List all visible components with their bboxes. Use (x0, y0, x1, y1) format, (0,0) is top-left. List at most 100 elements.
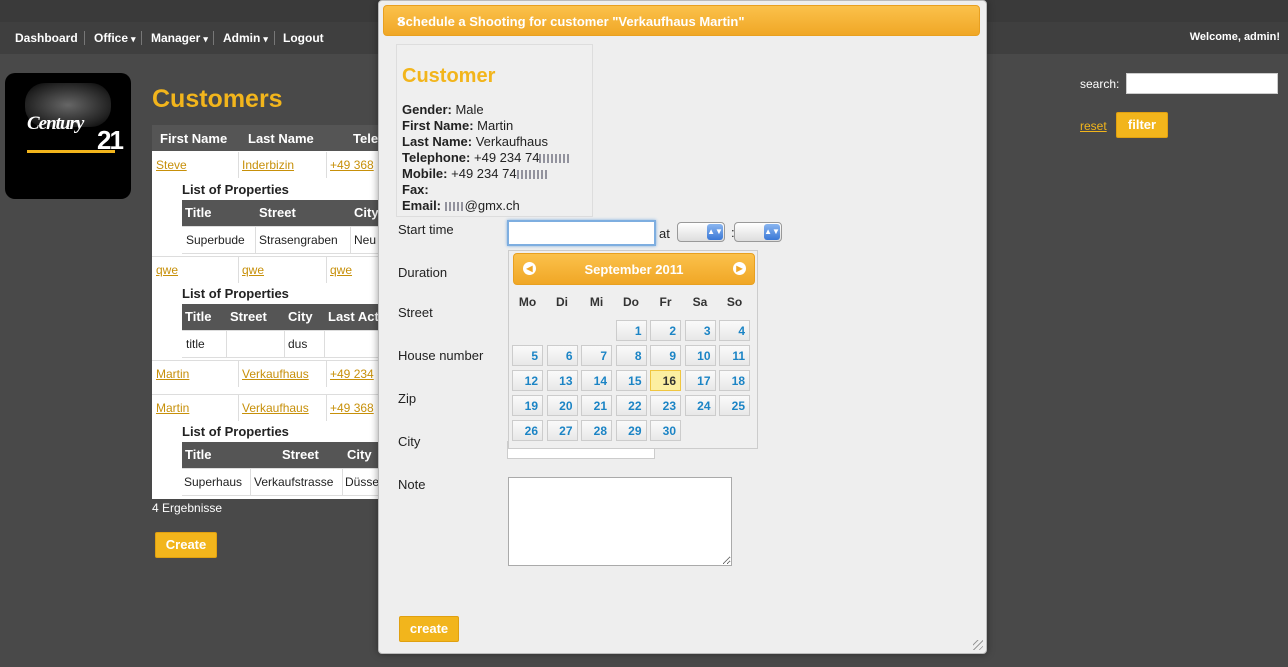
calendar-day[interactable]: 22 (615, 395, 647, 416)
redacted-scribble (444, 202, 465, 212)
create-customer-button[interactable]: Create (155, 532, 217, 558)
calendar-day[interactable]: 12 (512, 370, 543, 391)
start-date-input[interactable] (507, 220, 656, 246)
col-last-name[interactable]: Last Name (248, 131, 314, 146)
property-row: Superbude Strasengraben Neu (182, 226, 384, 254)
customer-last-link[interactable]: Verkaufhaus (242, 367, 309, 381)
note-label: Note (398, 477, 426, 492)
datepicker: ◀ September 2011 ▶ Mo Di Mi Do Fr Sa So 1 2 3 4 5 6 7… (508, 250, 758, 449)
table-row: Steve Inderbizin +49 368 (152, 152, 384, 178)
search-input[interactable] (1126, 73, 1278, 94)
calendar-day[interactable]: 24 (684, 395, 716, 416)
nav-office[interactable]: Office ▾ (94, 31, 136, 45)
weekday-label: Di (556, 295, 568, 309)
col-first-name[interactable]: First Name (160, 131, 227, 146)
datepicker-month: September 2011 (584, 262, 684, 277)
prop-col-title: Title (185, 205, 212, 220)
prop-street: Verkaufstrasse (254, 475, 334, 489)
calendar-day[interactable]: 23 (650, 395, 681, 416)
calendar-day[interactable]: 27 (546, 420, 578, 441)
property-list-title: List of Properties (182, 424, 289, 439)
calendar-day[interactable]: 29 (615, 420, 647, 441)
note-textarea[interactable] (508, 477, 732, 566)
prop-city: Düsse (345, 475, 380, 489)
chevron-down-icon: ▾ (263, 34, 268, 44)
calendar-day[interactable]: 13 (546, 370, 578, 391)
calendar-day[interactable]: 4 (719, 320, 750, 341)
calendar-day[interactable]: 5 (512, 345, 543, 366)
calendar-day[interactable]: 20 (546, 395, 578, 416)
prop-city: Neu (354, 233, 377, 247)
resize-handle-icon[interactable] (973, 640, 983, 650)
nav-manager[interactable]: Manager ▾ (151, 31, 208, 45)
select-arrow-icon: ▲▼ (764, 224, 780, 240)
customer-first-link[interactable]: Martin (156, 401, 189, 415)
customer-last-link[interactable]: Verkaufhaus (242, 401, 309, 415)
start-time-label: Start time (398, 222, 454, 237)
customer-last-link[interactable]: Inderbizin (242, 158, 294, 172)
zip-label: Zip (398, 391, 417, 406)
hour-select[interactable]: ▲▼ (677, 222, 725, 242)
minute-select[interactable]: ▲▼ (734, 222, 782, 242)
calendar-day[interactable]: 15 (615, 370, 647, 391)
close-icon[interactable]: × (397, 13, 969, 29)
next-month-icon[interactable]: ▶ (733, 262, 746, 275)
table-row: qwe qwe qwe (152, 256, 384, 283)
calendar-day[interactable]: 11 (719, 345, 750, 366)
house-number-label: House number (398, 348, 484, 363)
calendar-day[interactable]: 18 (719, 370, 750, 391)
table-row: Martin Verkaufhaus +49 234 (152, 360, 384, 387)
dialog-title-bar[interactable]: Schedule a Shooting for customer "Verkau… (383, 5, 980, 36)
nav-admin[interactable]: Admin ▾ (223, 31, 268, 45)
calendar-day[interactable]: 16 (650, 370, 681, 391)
calendar-day[interactable]: 3 (684, 320, 716, 341)
calendar-day[interactable]: 26 (512, 420, 543, 441)
calendar-day[interactable]: 1 (615, 320, 647, 341)
prop-col-street: Street (282, 447, 319, 462)
calendar-day[interactable]: 8 (615, 345, 647, 366)
customer-phone-link[interactable]: +49 368 (330, 158, 374, 172)
datepicker-header: ◀ September 2011 ▶ (513, 253, 755, 285)
nav-logout[interactable]: Logout (283, 31, 324, 45)
filter-button[interactable]: filter (1116, 112, 1168, 138)
calendar-day[interactable]: 7 (581, 345, 612, 366)
logo-word: Century (27, 113, 84, 134)
calendar-day[interactable]: 30 (650, 420, 681, 441)
calendar-day[interactable]: 17 (684, 370, 716, 391)
customer-first-name: First Name: Martin (402, 118, 514, 133)
search-label: search: (1080, 77, 1120, 91)
prop-col-title: Title (185, 309, 212, 324)
calendar-day[interactable]: 6 (546, 345, 578, 366)
customer-first-link[interactable]: Martin (156, 367, 189, 381)
weekday-label: Fr (659, 295, 672, 309)
prop-title: title (186, 337, 205, 351)
reset-link[interactable]: reset (1080, 119, 1107, 133)
calendar-day[interactable]: 9 (650, 345, 681, 366)
duration-label: Duration (398, 265, 448, 280)
nav-dashboard[interactable]: Dashboard (15, 31, 78, 45)
calendar-day[interactable]: 28 (581, 420, 612, 441)
customer-phone-link[interactable]: qwe (330, 263, 352, 277)
create-shooting-button[interactable]: create (399, 616, 459, 642)
calendar-day[interactable]: 25 (719, 395, 750, 416)
calendar-day[interactable]: 19 (512, 395, 543, 416)
prop-col-last-act: Last Act (328, 309, 379, 324)
select-arrow-icon: ▲▼ (707, 224, 723, 240)
page-title: Customers (152, 85, 283, 113)
calendar-day[interactable]: 2 (650, 320, 681, 341)
table-row: Martin Verkaufhaus +49 368 (152, 394, 384, 421)
customer-first-link[interactable]: Steve (156, 158, 187, 172)
calendar-day[interactable]: 10 (684, 345, 716, 366)
col-telephone[interactable]: Tele (353, 131, 378, 146)
weekday-label: Sa (692, 295, 708, 309)
customer-phone-link[interactable]: +49 234 (330, 367, 374, 381)
calendar-day[interactable]: 14 (581, 370, 612, 391)
weekday-label: Mo (518, 295, 537, 309)
customer-first-link[interactable]: qwe (156, 263, 178, 277)
customer-last-link[interactable]: qwe (242, 263, 264, 277)
customer-phone-link[interactable]: +49 368 (330, 401, 374, 415)
customer-heading: Customer (402, 65, 496, 87)
nav-separator (274, 31, 275, 45)
street-label: Street (398, 305, 433, 320)
calendar-day[interactable]: 21 (581, 395, 612, 416)
